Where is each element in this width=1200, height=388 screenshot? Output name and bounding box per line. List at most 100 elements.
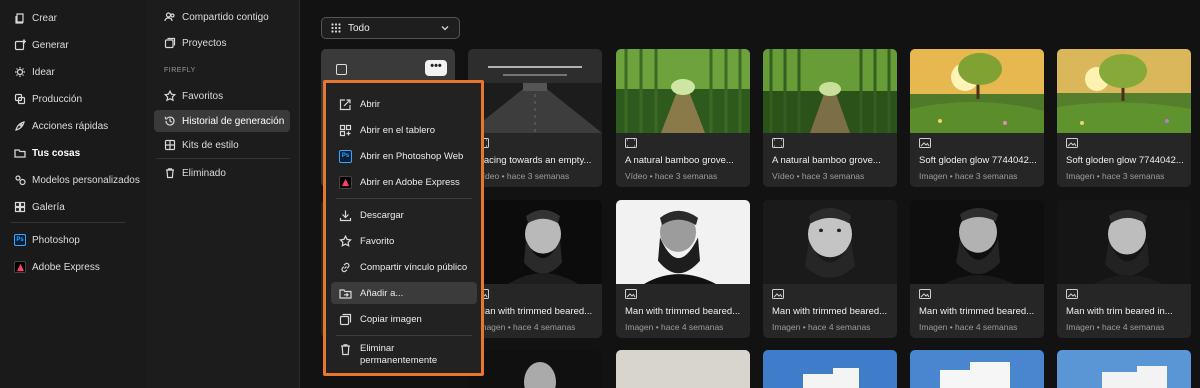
menu-item-open-photoshop[interactable]: Ps Abrir en Photoshop Web [331,145,477,167]
asset-card[interactable]: Man with trimmed beared... Imagen • hace… [468,200,602,338]
side-item-projects[interactable]: Proyectos [154,32,290,54]
nav-item-adobe-express[interactable]: Adobe Express [14,256,100,278]
menu-label: Abrir en el tablero [360,124,435,136]
asset-card-partial[interactable] [1057,350,1191,388]
video-thumbnail-tunnel [468,49,602,133]
nav-label: Producción [32,93,83,105]
nav-item-acciones-rapidas[interactable]: Acciones rápidas [14,115,108,137]
menu-label: Favorito [360,235,395,247]
nav-item-generar[interactable]: Generar [14,34,69,56]
asset-meta: Imagen • hace 3 semanas [919,171,1018,181]
image-badge-icon [919,289,931,299]
asset-title: Man with trimmed beared... [625,306,741,317]
menu-item-share-link[interactable]: Compartir vínculo público [331,256,477,278]
select-checkbox[interactable] [336,64,347,75]
asset-title: Man with trimmed beared... [477,306,593,317]
link-icon [339,261,352,274]
menu-label: Abrir en Photoshop Web [360,150,464,162]
asset-title: Racing towards an empty... [477,155,592,166]
asset-card-partial[interactable] [468,350,602,388]
nav-label: Idear [32,66,55,78]
menu-item-add-to[interactable]: Añadir a... [331,282,477,304]
nav-item-tus-cosas[interactable]: Tus cosas [14,142,80,164]
asset-title: Soft gloden glow 7744042... [1066,155,1184,166]
menu-item-open-board[interactable]: Abrir en el tablero [331,119,477,141]
chevron-down-icon [439,22,451,34]
asset-card[interactable]: A natural bamboo grove... Vídeo • hace 3… [763,49,897,187]
asset-meta: Imagen • hace 4 semanas [772,322,871,332]
menu-separator [336,198,472,199]
nav-item-galeria[interactable]: Galería [14,196,65,218]
more-options-button[interactable]: ••• [425,60,447,76]
menu-label: Abrir en Adobe Express [360,176,460,188]
side-item-deleted[interactable]: Eliminado [154,162,290,184]
nav-item-idear[interactable]: Idear [14,61,55,83]
board-icon [339,124,352,137]
ideate-icon [14,66,26,78]
image-badge-icon [919,138,931,148]
asset-card[interactable]: Soft gloden glow 7744042... Imagen • hac… [1057,49,1191,187]
asset-card-partial[interactable] [910,350,1044,388]
nav-label: Crear [32,12,58,24]
nav-label: Acciones rápidas [32,120,109,132]
asset-card-partial[interactable] [763,350,897,388]
side-item-style-kits[interactable]: Kits de estilo [154,134,290,156]
nav-label: Generar [32,39,69,51]
asset-title: A natural bamboo grove... [625,155,734,166]
nav-item-photoshop[interactable]: Ps Photoshop [14,229,80,251]
photoshop-icon: Ps [14,234,26,246]
menu-label-line: permanentemente [360,355,438,366]
filter-dropdown[interactable]: Todo [321,17,460,39]
nav-item-produccion[interactable]: Producción [14,88,82,110]
side-label: Proyectos [182,37,227,49]
asset-card[interactable]: Man with trim beared in... Imagen • hace… [1057,200,1191,338]
asset-card[interactable]: Soft gloden glow 7744042... Imagen • hac… [910,49,1044,187]
history-icon [164,115,176,127]
nav-label: Photoshop [32,234,80,246]
your-stuff-sidebar: Compartido contigo Proyectos FIREFLY Fav… [146,0,300,388]
menu-item-copy-image[interactable]: Copiar imagen [331,308,477,330]
nav-item-crear[interactable]: Crear [14,7,57,29]
asset-meta: Imagen • hace 4 semanas [919,322,1018,332]
sidebar-divider [156,158,290,159]
menu-item-open[interactable]: Abrir [331,93,477,115]
side-label: Kits de estilo [182,139,239,151]
image-badge-icon [1066,289,1078,299]
asset-meta: Vídeo • hace 3 semanas [477,171,570,181]
side-item-favorites[interactable]: Favoritos [154,85,290,107]
asset-title: A natural bamboo grove... [772,155,881,166]
asset-meta: Vídeo • hace 3 semanas [625,171,718,181]
menu-label-line: Eliminar [360,343,395,354]
side-label: Favoritos [182,90,224,102]
create-icon [14,12,26,24]
image-thumbnail-bearded-man [616,200,750,284]
asset-card[interactable]: Man with trimmed beared... Imagen • hace… [763,200,897,338]
image-badge-icon [625,289,637,299]
asset-card[interactable]: A natural bamboo grove... Vídeo • hace 3… [616,49,750,187]
context-menu: Abrir Abrir en el tablero Ps Abrir en Ph… [323,80,484,376]
nav-label: Modelos personalizados [32,174,140,186]
video-thumbnail-bamboo [616,49,750,133]
asset-meta: Imagen • hace 4 semanas [625,322,724,332]
menu-item-favorite[interactable]: Favorito [331,230,477,252]
side-item-history[interactable]: Historial de generación [154,110,290,132]
menu-item-download[interactable]: Descargar [331,204,477,226]
video-thumbnail-bamboo [763,49,897,133]
side-item-shared[interactable]: Compartido contigo [154,6,290,28]
asset-card[interactable]: Racing towards an empty... Vídeo • hace … [468,49,602,187]
image-thumbnail-bearded-man [763,200,897,284]
asset-card-partial[interactable] [616,350,750,388]
asset-card[interactable]: Man with trimmed beared... Imagen • hace… [910,200,1044,338]
star-icon [339,234,352,248]
nav-item-modelos[interactable]: Modelos personalizados [14,169,140,191]
open-icon [339,98,352,111]
asset-meta: Imagen • hace 4 semanas [477,322,576,332]
asset-meta: Imagen • hace 3 semanas [1066,171,1165,181]
menu-item-delete-permanently[interactable]: Eliminar permanentemente [331,341,477,371]
nav-label: Galería [32,201,65,213]
asset-card[interactable]: Man with trimmed beared... Imagen • hace… [616,200,750,338]
image-thumbnail-bearded-man [1057,200,1191,284]
image-thumbnail-golden-glow [910,49,1044,133]
image-thumbnail-golden-glow [1057,49,1191,133]
menu-item-open-express[interactable]: Abrir en Adobe Express [331,171,477,193]
